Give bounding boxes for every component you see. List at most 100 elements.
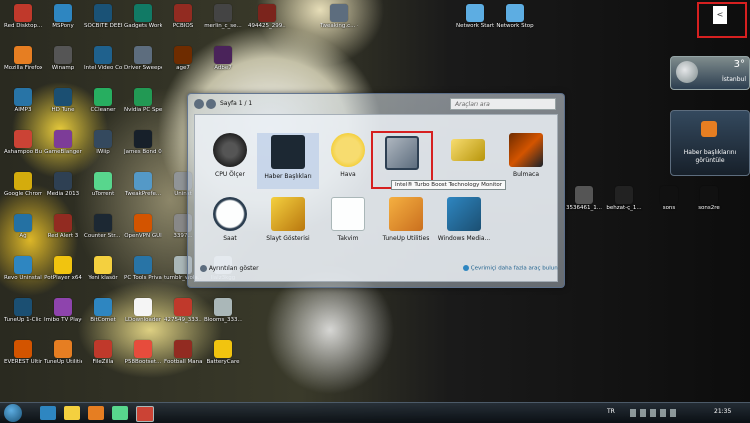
gadget-calendar[interactable]: Takvim [317, 197, 379, 242]
desktop-icon-label: LDownloader [124, 317, 162, 323]
desktop-icon[interactable]: Adbe7 [204, 46, 242, 71]
gadget-label: TuneUp Utilities [382, 235, 430, 242]
desktop-icon[interactable]: Ağ [4, 214, 42, 239]
taskbar-chrome-icon[interactable] [112, 406, 128, 420]
desktop-icon[interactable]: Network Stop [496, 4, 534, 29]
desktop-icon[interactable]: Yeni klasör [84, 256, 122, 281]
taskbar-explorer-icon[interactable] [64, 406, 80, 420]
clock[interactable]: 21:35 [714, 408, 731, 415]
taskbar-ie-icon[interactable] [40, 406, 56, 420]
desktop-icon[interactable]: 3536461_1... [565, 186, 603, 211]
gadget-weather[interactable]: Hava [317, 133, 379, 178]
desktop-icon[interactable]: GameBlanger [44, 130, 82, 155]
desktop-icon[interactable]: Mozilla Firefox [4, 46, 42, 71]
gadget-news[interactable]: Haber Başlıkları [257, 133, 319, 189]
nav-next-button[interactable] [206, 99, 216, 109]
desktop-icon[interactable]: IWiip [84, 130, 122, 155]
gadget-card[interactable] [437, 133, 499, 165]
desktop-icon[interactable]: Imibo TV Player [44, 298, 82, 323]
sidebar-collapse-button[interactable]: < [713, 6, 727, 24]
desktop-icon[interactable]: 494425_299... [248, 4, 286, 29]
desktop-icon[interactable]: TweakPrefe... [124, 172, 162, 197]
desktop-icon-label: Yeni klasör [88, 275, 118, 281]
calendar-icon [331, 197, 365, 231]
desktop-icon-label: Winamp [51, 65, 75, 71]
gadget-tuneup[interactable]: TuneUp Utilities [375, 197, 437, 242]
search-input[interactable]: Araçları ara [450, 98, 556, 110]
desktop-icon[interactable]: Gadgets Workshop [124, 4, 162, 29]
gadget-puzzle[interactable]: Bulmaca [495, 133, 557, 178]
desktop-icon[interactable]: EVEREST Ultima... [4, 340, 42, 365]
desktop-icon[interactable]: HD Tune [44, 88, 82, 113]
desktop-icon[interactable]: sons2re [690, 186, 728, 211]
desktop-icon[interactable]: BatteryCare [204, 340, 242, 365]
desktop-icon[interactable]: SOCBITE DEEBLR [84, 4, 122, 29]
gadget-cpu-meter[interactable]: CPU Ölçer [199, 133, 261, 178]
desktop-icon[interactable]: LDownloader [124, 298, 162, 323]
language-indicator[interactable]: TR [607, 408, 615, 415]
desktop-icon[interactable]: Ashampoo Burning... [4, 130, 42, 155]
desktop-icon-label: PotPlayer x64 [44, 275, 82, 281]
news-gadget[interactable]: Haber başlıklarını görüntüle [670, 110, 750, 176]
desktop-icon-image [54, 340, 72, 358]
desktop-icon[interactable]: OpenVPN GUI [124, 214, 162, 239]
desktop-icon-label: IWiip [96, 149, 110, 155]
desktop-icon[interactable]: James Bond 007 (MM) [124, 130, 162, 155]
desktop-icon[interactable]: Counter Str... 1.6 [84, 214, 122, 239]
desktop-icon[interactable]: MSPony [44, 4, 82, 29]
desktop-icon[interactable]: Football Manage... [164, 340, 202, 365]
desktop-icon-image [575, 186, 593, 204]
desktop-icon[interactable]: PotPlayer x64 [44, 256, 82, 281]
desktop-icon[interactable]: Revo Uninstaller [4, 256, 42, 281]
desktop-icon[interactable]: Winamp [44, 46, 82, 71]
desktop-icon[interactable]: uTorrent [84, 172, 122, 197]
details-toggle[interactable]: Ayrıntıları göster [200, 265, 259, 272]
taskbar-media-icon[interactable] [88, 406, 104, 420]
desktop-icon[interactable]: P58Bootset... [124, 340, 162, 365]
desktop-icon[interactable]: BitComet [84, 298, 122, 323]
desktop-icon-label: Intel Video Converter [84, 65, 122, 71]
desktop-icon[interactable]: Network Start [456, 4, 494, 29]
start-button[interactable] [4, 404, 22, 422]
desktop-icon[interactable]: Red Disktop... [4, 4, 42, 29]
desktop-icon[interactable]: PCBIOS [164, 4, 202, 29]
desktop-icon-image [14, 4, 32, 22]
online-gadgets-link[interactable]: Çevrimiçi daha fazla araç bulun [463, 265, 558, 272]
desktop-icon[interactable]: Nvidia PC Speed Tune [124, 88, 162, 113]
desktop-icon[interactable]: 427549_333... [164, 298, 202, 323]
desktop-icon[interactable]: Driver Sweeper [124, 46, 162, 71]
desktop-icon[interactable]: TuneUp 1-Click Main... [4, 298, 42, 323]
desktop-icon[interactable]: TuneUp Utilities 2012 [44, 340, 82, 365]
news-text: Haber başlıklarını görüntüle [683, 149, 737, 164]
gadget-clock[interactable]: Saat [199, 197, 261, 242]
desktop-icon[interactable]: Google Chrome [4, 172, 42, 197]
desktop-icon-label: Media 2013 [46, 191, 80, 197]
desktop-icon[interactable]: behzat-ç_1... [605, 186, 643, 211]
desktop-icon[interactable]: AIMP3 [4, 88, 42, 113]
moon-icon [676, 61, 698, 83]
rss-icon [701, 121, 717, 137]
desktop-icon[interactable]: Tweaking.c... - Windows ... [320, 4, 358, 29]
desktop-icon[interactable]: CCleaner [84, 88, 122, 113]
desktop-icon[interactable]: Intel Video Converter [84, 46, 122, 71]
taskbar-app-icon[interactable] [136, 406, 154, 422]
gadget-label: Takvim [337, 235, 359, 242]
desktop-icon[interactable]: Blooms_333... [204, 298, 242, 323]
desktop-icon-label: AIMP3 [14, 107, 32, 113]
desktop-icon[interactable]: Red Alert 3 [44, 214, 82, 239]
desktop-icon[interactable]: age7 [164, 46, 202, 71]
desktop-icon[interactable]: merlin_c_se... [204, 4, 242, 29]
search-placeholder: Araçları ara [455, 101, 490, 108]
desktop-icon-image [134, 340, 152, 358]
desktop-icon-label: EVEREST Ultima... [4, 359, 42, 365]
gadget-slideshow[interactable]: Slayt Gösterisi [257, 197, 319, 242]
desktop-icon-label: PC Tools Privacy... [124, 275, 162, 281]
nav-prev-button[interactable] [194, 99, 204, 109]
desktop-icon[interactable]: PC Tools Privacy... [124, 256, 162, 281]
desktop-icon[interactable]: sons [650, 186, 688, 211]
gadget-windows-media[interactable]: Windows Media... [433, 197, 495, 242]
desktop-icon[interactable]: FileZilla [84, 340, 122, 365]
puzzle-icon [509, 133, 543, 167]
desktop-icon[interactable]: Media 2013 [44, 172, 82, 197]
weather-gadget[interactable]: 3° İstanbul [670, 56, 750, 90]
